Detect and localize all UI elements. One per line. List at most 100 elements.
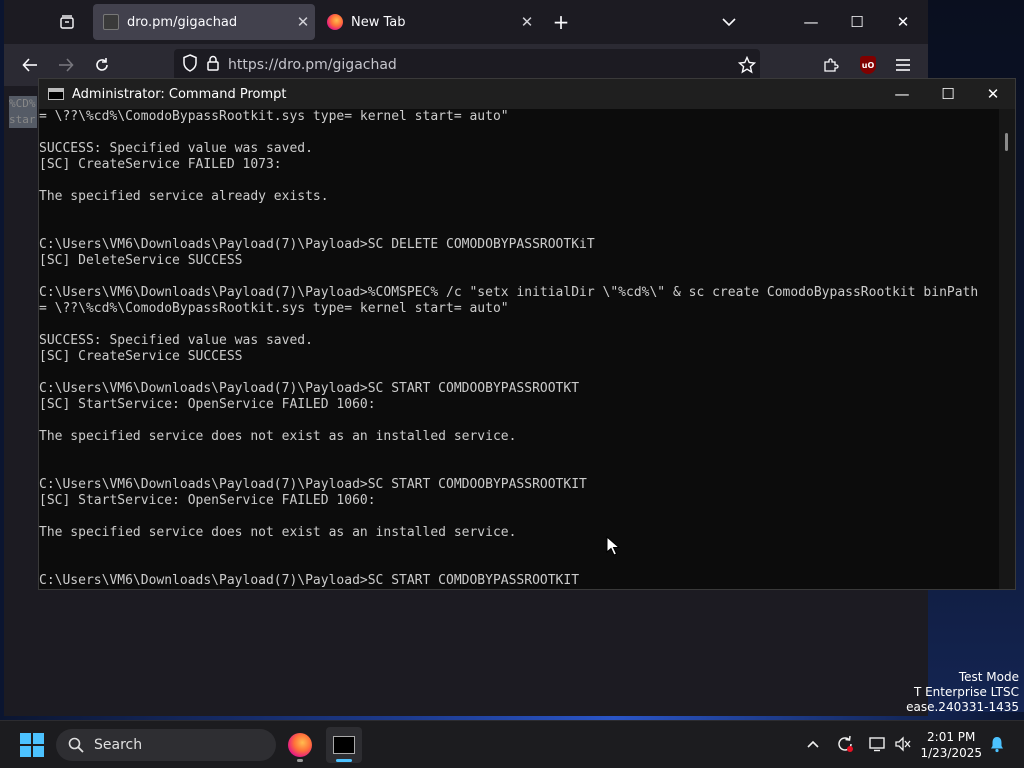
close-tab-icon[interactable]: ✕ xyxy=(515,13,539,31)
active-indicator xyxy=(336,759,352,762)
shield-icon[interactable] xyxy=(182,54,198,76)
cmd-line: C:\Users\VM6\Downloads\Payload(7)\Payloa… xyxy=(39,573,580,588)
cmd-line: [SC] StartService: OpenService FAILED 10… xyxy=(39,397,376,412)
close-tab-icon[interactable]: ✕ xyxy=(291,13,315,31)
minimize-button[interactable]: — xyxy=(789,6,833,38)
cmd-close-button[interactable]: ✕ xyxy=(970,79,1016,109)
cmd-line xyxy=(39,205,999,221)
list-all-tabs-button[interactable] xyxy=(715,8,743,36)
back-button[interactable] xyxy=(16,51,44,79)
clock-date: 1/23/2025 xyxy=(920,746,982,760)
cmd-line xyxy=(39,461,999,477)
cmd-line xyxy=(39,509,999,525)
firefox-icon xyxy=(288,733,312,757)
clock-time: 2:01 PM xyxy=(927,730,976,744)
extensions-button[interactable] xyxy=(817,51,845,79)
search-icon xyxy=(68,737,84,753)
url-text: https://dro.pm/gigachad xyxy=(228,57,397,73)
taskbar-firefox[interactable] xyxy=(282,727,318,763)
cmd-line: The specified service already exists. xyxy=(39,189,329,204)
cmd-line xyxy=(39,445,999,461)
cmd-line: C:\Users\VM6\Downloads\Payload(7)\Payloa… xyxy=(39,381,580,396)
taskbar-search[interactable]: Search xyxy=(56,729,276,761)
cmd-line: The specified service does not exist as … xyxy=(39,525,517,540)
taskbar: Search 2:01 PM 1/23/2025 xyxy=(0,720,1024,768)
cmd-minimize-button[interactable]: — xyxy=(879,79,925,109)
close-button[interactable]: ✕ xyxy=(881,6,925,38)
command-prompt-icon xyxy=(333,736,355,754)
windows-logo-icon xyxy=(20,733,31,744)
tab-bar: dro.pm/gigachad ✕ New Tab ✕ + — ☐ ✕ xyxy=(4,0,928,44)
cmd-line xyxy=(39,221,999,237)
menu-button[interactable] xyxy=(889,51,917,79)
cmd-title: Administrator: Command Prompt xyxy=(72,86,287,102)
cmd-line: C:\Users\VM6\Downloads\Payload(7)\Payloa… xyxy=(39,237,595,252)
cmd-line xyxy=(39,317,999,333)
forward-button[interactable] xyxy=(52,51,80,79)
command-prompt-icon xyxy=(48,88,64,100)
cmd-scrollbar-thumb[interactable] xyxy=(1005,133,1008,151)
arrow-right-icon xyxy=(59,58,74,72)
cmd-line xyxy=(39,413,999,429)
cmd-line: = \??\%cd%\ComodoBypassRootkit.sys type=… xyxy=(39,109,509,124)
cmd-line: C:\Users\VM6\Downloads\Payload(7)\Payloa… xyxy=(39,477,587,492)
cmd-line: [SC] CreateService FAILED 1073: xyxy=(39,157,282,172)
ublock-origin-icon[interactable]: uO xyxy=(860,56,876,74)
star-icon[interactable] xyxy=(737,55,757,78)
cmd-line: [SC] CreateService SUCCESS xyxy=(39,349,243,364)
cmd-output[interactable]: = \??\%cd%\ComodoBypassRootkit.sys type=… xyxy=(39,109,999,589)
reload-icon xyxy=(96,58,108,71)
volume-muted-icon[interactable] xyxy=(892,733,914,755)
edition-watermark: T Enterprise LTSC xyxy=(913,685,1019,699)
arrow-left-icon xyxy=(22,58,37,72)
cmd-line: The specified service does not exist as … xyxy=(39,429,517,444)
cmd-scrollbar[interactable] xyxy=(999,109,1015,589)
reload-button[interactable] xyxy=(88,51,116,79)
selected-line: %CD% xyxy=(9,97,36,110)
search-label: Search xyxy=(94,737,143,753)
bell-icon[interactable] xyxy=(986,733,1008,755)
taskbar-command-prompt[interactable] xyxy=(326,727,362,763)
cmd-line: [SC] DeleteService SUCCESS xyxy=(39,253,243,268)
chevron-up-icon[interactable] xyxy=(802,733,824,755)
tab-dro[interactable]: dro.pm/gigachad ✕ xyxy=(93,4,315,40)
plus-icon: + xyxy=(552,10,570,34)
firefox-icon xyxy=(327,14,343,30)
dro-favicon xyxy=(103,14,119,30)
cmd-line: [SC] StartService: OpenService FAILED 10… xyxy=(39,493,376,508)
sync-icon[interactable] xyxy=(834,733,856,755)
test-mode-watermark: Test Mode xyxy=(958,670,1019,684)
lock-icon[interactable] xyxy=(206,55,220,75)
cmd-line: = \??\%cd%\ComodoBypassRootkit.sys type=… xyxy=(39,301,509,316)
cmd-line: SUCCESS: Specified value was saved. xyxy=(39,141,313,156)
cmd-line xyxy=(39,541,999,557)
command-prompt-window: Administrator: Command Prompt — ☐ ✕ = \?… xyxy=(38,78,1016,590)
cmd-line: C:\Users\VM6\Downloads\Payload(7)\Payloa… xyxy=(39,285,979,300)
url-bar[interactable]: https://dro.pm/gigachad xyxy=(174,49,760,81)
cmd-line xyxy=(39,269,999,285)
tab-list-icon[interactable] xyxy=(53,8,81,36)
new-tab-button[interactable]: + xyxy=(547,8,575,36)
running-indicator xyxy=(297,759,303,762)
puzzle-icon xyxy=(824,58,839,72)
cmd-titlebar[interactable]: Administrator: Command Prompt — ☐ ✕ xyxy=(39,79,1015,109)
tab-title: dro.pm/gigachad xyxy=(127,14,238,30)
selected-line: star xyxy=(9,113,36,126)
mouse-cursor-icon xyxy=(606,536,620,556)
tab-title: New Tab xyxy=(351,14,406,30)
tab-new-tab[interactable]: New Tab ✕ xyxy=(317,4,539,40)
cmd-line: SUCCESS: Specified value was saved. xyxy=(39,333,313,348)
start-button[interactable] xyxy=(20,733,44,757)
cmd-line xyxy=(39,557,999,573)
maximize-button[interactable]: ☐ xyxy=(835,6,879,38)
chevron-down-icon xyxy=(722,18,736,27)
build-watermark: ease.240331-1435 xyxy=(906,700,1019,714)
cmd-line xyxy=(39,365,999,381)
cmd-line xyxy=(39,125,999,141)
selected-page-text: %CD% star xyxy=(9,96,37,128)
network-icon[interactable] xyxy=(866,733,888,755)
cmd-line xyxy=(39,173,999,189)
cmd-maximize-button[interactable]: ☐ xyxy=(925,79,971,109)
hamburger-icon xyxy=(896,59,910,71)
clock[interactable]: 2:01 PM 1/23/2025 xyxy=(920,729,982,761)
